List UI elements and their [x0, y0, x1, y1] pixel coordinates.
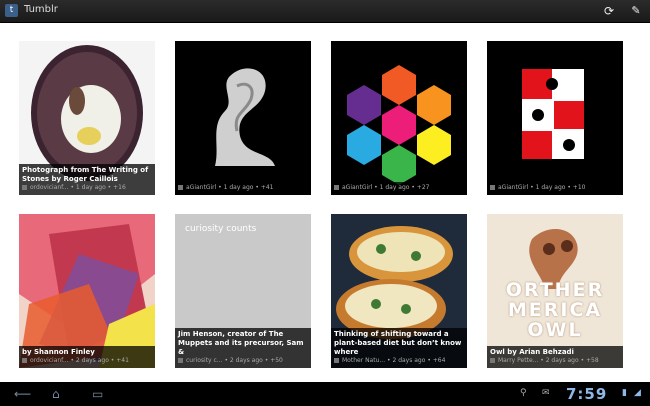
avatar-icon: [490, 358, 495, 363]
tile-meta: aGiantGirl • 1 day ago • +41: [178, 184, 308, 192]
signal-icon: ◢: [634, 388, 641, 398]
tile-meta-text: curiosity c... • 2 days ago • +50: [186, 357, 283, 364]
curiosity-counts-logo: curiosity counts: [185, 224, 257, 234]
tile-overlay: aGiantGirl • 1 day ago • +10: [487, 182, 623, 195]
abstract-painting-image: [19, 214, 155, 368]
sculpture-image: [215, 68, 275, 166]
tile-meta: ordovicianf... • 2 days ago • +41: [22, 357, 152, 365]
tile-overlay: Owl by Arian Behzadi Marry Pette... • 2 …: [487, 346, 623, 368]
tile-meta-text: Marry Pette... • 2 days ago • +58: [498, 357, 599, 364]
post-tile-5[interactable]: by Shannon Finley ordovicianf... • 2 day…: [19, 214, 155, 368]
tile-caption: Thinking of shifting toward a plant-base…: [334, 330, 462, 356]
avatar-icon: [490, 185, 495, 190]
puzzle-image: [522, 69, 584, 159]
tile-meta-text: ordovicianf... • 1 day ago • +16: [30, 184, 126, 191]
tile-caption: Jim Henson, creator of The Muppets and i…: [178, 330, 304, 356]
action-bar: t Tumblr ⟳ ✎: [0, 0, 650, 23]
home-icon[interactable]: ⌂: [52, 387, 60, 401]
tile-meta: aGiantGirl • 1 day ago • +10: [490, 184, 620, 192]
tile-meta: aGiantGirl • 1 day ago • +27: [334, 184, 464, 192]
system-bar: ⟵ ⌂ ▭ ⚲ ✉ 7:59 ▮ ◢: [0, 382, 650, 406]
tile-meta-text: aGiantGirl • 1 day ago • +27: [342, 184, 430, 191]
tile-meta: Mother Natu... • 2 days ago • +64: [334, 357, 464, 365]
avatar-icon: [334, 358, 339, 363]
clock: 7:59: [566, 385, 608, 403]
tile-meta-text: Mother Natu... • 2 days ago • +64: [342, 357, 446, 364]
tile-meta-text: aGiantGirl • 1 day ago • +41: [186, 184, 274, 191]
battery-icon: ▮: [622, 388, 627, 398]
avatar-icon: [178, 358, 183, 363]
tile-caption: Photograph from The Writing of Stones by…: [22, 166, 149, 183]
post-tile-2[interactable]: aGiantGirl • 1 day ago • +41: [175, 41, 311, 195]
app-title: Tumblr: [24, 4, 58, 15]
tile-meta: ordovicianf... • 1 day ago • +16: [22, 184, 152, 192]
tile-overlay: by Shannon Finley ordovicianf... • 2 day…: [19, 346, 155, 368]
tile-meta: curiosity c... • 2 days ago • +50: [178, 357, 308, 365]
recent-apps-icon[interactable]: ▭: [92, 387, 103, 401]
tile-overlay: aGiantGirl • 1 day ago • +27: [331, 182, 467, 195]
post-tile-3[interactable]: aGiantGirl • 1 day ago • +27: [331, 41, 467, 195]
tile-overlay: aGiantGirl • 1 day ago • +41: [175, 182, 311, 195]
avatar-icon: [22, 358, 27, 363]
tile-caption: by Shannon Finley: [22, 348, 95, 356]
owl-poster-text: ORTHER MERICA OWL: [505, 279, 605, 341]
tile-caption: Owl by Arian Behzadi: [490, 348, 574, 356]
post-tile-4[interactable]: aGiantGirl • 1 day ago • +10: [487, 41, 623, 195]
hexagon-flower-image: [347, 65, 451, 185]
tile-meta-text: ordovicianf... • 2 days ago • +41: [30, 357, 129, 364]
post-tile-7[interactable]: Thinking of shifting toward a plant-base…: [331, 214, 467, 368]
post-tile-6[interactable]: curiosity counts Jim Henson, creator of …: [175, 214, 311, 368]
mail-icon: ✉: [542, 388, 550, 398]
avatar-icon: [178, 185, 183, 190]
refresh-icon[interactable]: ⟳: [601, 3, 617, 19]
back-icon[interactable]: ⟵: [14, 387, 31, 401]
usb-icon: ⚲: [520, 388, 527, 398]
tumblr-app-icon[interactable]: t: [5, 4, 18, 17]
tile-overlay: Thinking of shifting toward a plant-base…: [331, 328, 467, 368]
avatar-icon: [22, 185, 27, 190]
post-tile-1[interactable]: Photograph from The Writing of Stones by…: [19, 41, 155, 195]
tile-meta: Marry Pette... • 2 days ago • +58: [490, 357, 620, 365]
tile-meta-text: aGiantGirl • 1 day ago • +10: [498, 184, 586, 191]
avatar-icon: [334, 185, 339, 190]
tile-overlay: Jim Henson, creator of The Muppets and i…: [175, 328, 311, 368]
post-tile-8[interactable]: ORTHER MERICA OWL Owl by Arian Behzadi M…: [487, 214, 623, 368]
compose-icon[interactable]: ✎: [628, 3, 644, 19]
tile-overlay: Photograph from The Writing of Stones by…: [19, 164, 155, 195]
